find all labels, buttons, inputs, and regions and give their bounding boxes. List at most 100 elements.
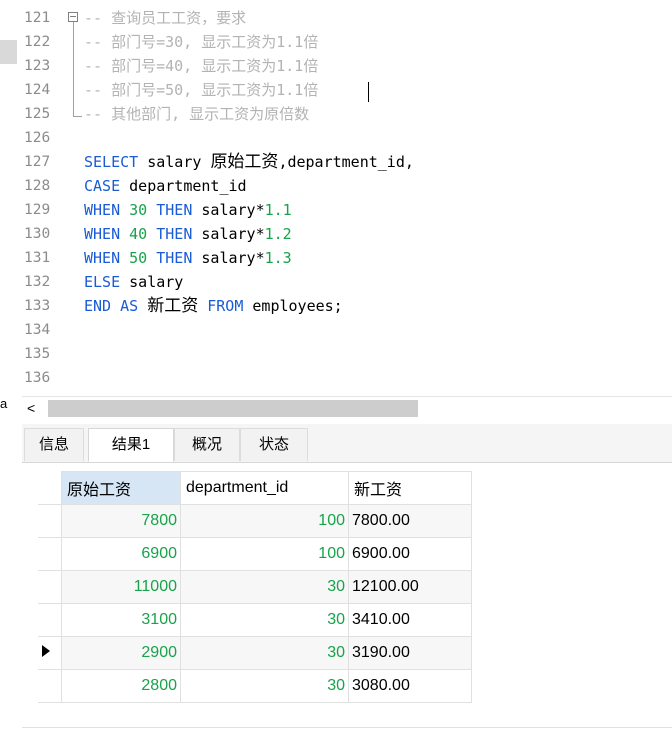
cell-original-salary[interactable]: 11000 xyxy=(61,570,181,604)
sql-token: 原始工资 xyxy=(210,152,279,172)
tab-status[interactable]: 状态 xyxy=(240,428,308,461)
sql-keyword: END xyxy=(84,297,112,315)
fold-guide xyxy=(73,22,74,116)
sql-keyword: CASE xyxy=(84,177,121,195)
line-number: 130 xyxy=(24,226,51,242)
sql-number: 1.1 xyxy=(264,201,292,219)
sql-token: salary xyxy=(138,153,211,171)
sql-keyword: SELECT xyxy=(84,153,139,171)
row-selector[interactable] xyxy=(38,669,62,703)
result-tabs: 信息 结果1 概况 状态 xyxy=(22,424,672,463)
sql-comment: -- 部门号=40, 显示工资为1.1倍 xyxy=(84,57,319,75)
table-row[interactable]: 11000 30 12100.00 xyxy=(38,570,472,604)
cell-department-id[interactable]: 100 xyxy=(180,537,349,571)
row-selector[interactable] xyxy=(38,636,62,670)
fold-toggle-icon[interactable] xyxy=(68,12,78,22)
sql-keyword: THEN xyxy=(156,225,193,243)
line-number: 125 xyxy=(24,106,51,122)
sql-number: 1.2 xyxy=(264,225,292,243)
scroll-left-icon[interactable]: < xyxy=(27,400,35,416)
column-header-new-salary[interactable]: 新工资 xyxy=(348,471,472,505)
line-number: 132 xyxy=(24,274,51,290)
table-row[interactable]: 7800 100 7800.00 xyxy=(38,504,472,538)
sql-comment: -- 部门号=30, 显示工资为1.1倍 xyxy=(84,33,319,51)
table-row[interactable]: 2800 30 3080.00 xyxy=(38,669,472,703)
cell-original-salary[interactable]: 2900 xyxy=(61,636,181,670)
sql-keyword: WHEN xyxy=(84,201,121,219)
sql-token: salary* xyxy=(192,201,265,219)
row-selector-header xyxy=(38,471,62,505)
tab-profile[interactable]: 概况 xyxy=(174,428,240,461)
table-row[interactable]: 6900 100 6900.00 xyxy=(38,537,472,571)
row-selector[interactable] xyxy=(38,504,62,538)
text-caret xyxy=(368,82,369,102)
code-text: WHEN 30 THEN salary*1.1 xyxy=(84,198,292,222)
tab-result1[interactable]: 结果1 xyxy=(88,428,174,462)
line-number: 123 xyxy=(24,58,51,74)
column-header-original-salary[interactable]: 原始工资 xyxy=(61,471,181,505)
cell-new-salary[interactable]: 7800.00 xyxy=(348,504,472,538)
row-selector[interactable] xyxy=(38,537,62,571)
sql-keyword: FROM xyxy=(207,297,244,315)
cell-department-id[interactable]: 30 xyxy=(180,669,349,703)
sql-keyword: AS xyxy=(120,297,139,315)
cell-department-id[interactable]: 30 xyxy=(180,636,349,670)
cell-department-id[interactable]: 100 xyxy=(180,504,349,538)
cell-department-id[interactable]: 30 xyxy=(180,603,349,637)
cell-original-salary[interactable]: 6900 xyxy=(61,537,181,571)
cell-department-id[interactable]: 30 xyxy=(180,570,349,604)
line-number: 126 xyxy=(24,130,51,146)
line-number: 124 xyxy=(24,82,51,98)
line-number: 131 xyxy=(24,250,51,266)
line-number: 122 xyxy=(24,34,51,50)
code-text: -- 部门号=50, 显示工资为1.1倍 xyxy=(84,78,318,102)
row-selector[interactable] xyxy=(38,570,62,604)
sql-editor[interactable]: 121 -- 查询员工工资，要求 122 -- 部门号=30, 显示工资为1.1倍 12… xyxy=(22,0,672,396)
sql-keyword: THEN xyxy=(156,201,193,219)
cell-new-salary[interactable]: 3410.00 xyxy=(348,603,472,637)
line-number: 133 xyxy=(24,298,51,314)
table-row[interactable]: 2900 30 3190.00 xyxy=(38,636,472,670)
code-text: WHEN 50 THEN salary*1.3 xyxy=(84,246,292,270)
line-number: 134 xyxy=(24,322,51,338)
sql-comment: -- 部门号=50, 显示工资为1.1倍 xyxy=(84,81,319,99)
cell-new-salary[interactable]: 6900.00 xyxy=(348,537,472,571)
cell-original-salary[interactable]: 7800 xyxy=(61,504,181,538)
sql-keyword: WHEN xyxy=(84,249,121,267)
cell-original-salary[interactable]: 3100 xyxy=(61,603,181,637)
row-selector[interactable] xyxy=(38,603,62,637)
line-number: 135 xyxy=(24,346,51,362)
sql-token: employees; xyxy=(243,297,343,315)
fold-guide-end xyxy=(73,116,82,117)
cell-new-salary[interactable]: 3190.00 xyxy=(348,636,472,670)
code-text: SELECT salary 原始工资,department_id, xyxy=(84,150,414,174)
current-row-arrow-icon xyxy=(42,645,50,657)
line-number: 128 xyxy=(24,178,51,194)
code-text: END AS 新工资 FROM employees; xyxy=(84,294,343,318)
table-row[interactable]: 3100 30 3410.00 xyxy=(38,603,472,637)
left-panel-highlight xyxy=(0,40,17,64)
code-text: -- 部门号=30, 显示工资为1.1倍 xyxy=(84,30,318,54)
sql-keyword: ELSE xyxy=(84,273,121,291)
grid-bottom-border xyxy=(22,727,672,728)
line-number: 136 xyxy=(24,370,51,386)
cell-new-salary[interactable]: 3080.00 xyxy=(348,669,472,703)
cell-original-salary[interactable]: 2800 xyxy=(61,669,181,703)
code-text: CASE department_id xyxy=(84,174,247,198)
sql-token: 新工资 xyxy=(147,296,199,316)
scrollbar-thumb[interactable] xyxy=(48,400,418,417)
sql-number: 30 xyxy=(129,201,148,219)
grid-header-row: 原始工资 department_id 新工资 xyxy=(38,471,472,505)
editor-horizontal-scrollbar[interactable]: < xyxy=(22,396,672,421)
sql-token: department_id xyxy=(120,177,247,195)
code-text: -- 其他部门, 显示工资为原倍数 xyxy=(84,102,309,126)
cell-new-salary[interactable]: 12100.00 xyxy=(348,570,472,604)
tab-info[interactable]: 信息 xyxy=(24,428,84,461)
column-header-department-id[interactable]: department_id xyxy=(180,471,349,505)
